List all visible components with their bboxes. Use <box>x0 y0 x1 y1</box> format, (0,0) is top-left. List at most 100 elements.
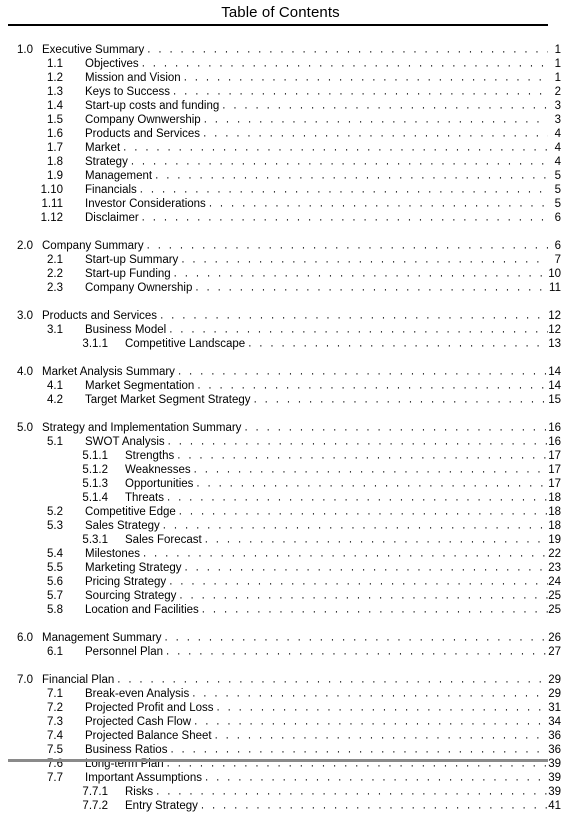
toc-entry[interactable]: 5.1.1 Strengths. . . . . . . . . . . . . … <box>0 449 561 463</box>
toc-entry[interactable]: 5.7 Sourcing Strategy. . . . . . . . . . … <box>0 589 561 603</box>
toc-entry-title[interactable]: Start-up Summary <box>85 253 181 267</box>
toc-entry-title[interactable]: Market Segmentation <box>85 379 197 393</box>
toc-entry-title[interactable]: Market Analysis Summary <box>42 365 178 379</box>
toc-entry[interactable]: 7.0 Financial Plan. . . . . . . . . . . .… <box>0 673 561 687</box>
toc-entry[interactable]: 1.7 Market. . . . . . . . . . . . . . . .… <box>0 141 561 155</box>
toc-entry[interactable]: 1.4 Start-up costs and funding. . . . . .… <box>0 99 561 113</box>
toc-entry-title[interactable]: Company Ownwership <box>85 113 204 127</box>
toc-entry-title[interactable]: Projected Cash Flow <box>85 715 194 729</box>
toc-entry[interactable]: 3.0 Products and Services. . . . . . . . … <box>0 309 561 323</box>
toc-entry[interactable]: 2.3 Company Ownership. . . . . . . . . . … <box>0 281 561 295</box>
toc-entry[interactable]: 7.4 Projected Balance Sheet. . . . . . . … <box>0 729 561 743</box>
toc-entry[interactable]: 2.1 Start-up Summary. . . . . . . . . . .… <box>0 253 561 267</box>
toc-entry-title[interactable]: Sourcing Strategy <box>85 589 179 603</box>
toc-entry-title[interactable]: Personnel Plan <box>85 645 166 659</box>
toc-entry[interactable]: 2.0 Company Summary. . . . . . . . . . . … <box>0 239 561 253</box>
toc-entry-title[interactable]: Sales Forecast <box>125 533 205 547</box>
toc-entry[interactable]: 5.1.3 Opportunities. . . . . . . . . . . … <box>0 477 561 491</box>
toc-entry-title[interactable]: Strengths <box>125 449 177 463</box>
toc-entry-title[interactable]: Objectives <box>85 57 142 71</box>
toc-entry-title[interactable]: Business Ratios <box>85 743 170 757</box>
toc-entry[interactable]: 4.1 Market Segmentation. . . . . . . . . … <box>0 379 561 393</box>
toc-entry[interactable]: 3.1.1 Competitive Landscape. . . . . . . … <box>0 337 561 351</box>
toc-entry-number: 7.7.1 <box>82 786 108 798</box>
toc-entry[interactable]: 7.7.1 Risks. . . . . . . . . . . . . . . … <box>0 785 561 799</box>
toc-entry-title[interactable]: Disclaimer <box>85 211 142 225</box>
toc-entry[interactable]: 5.1.4 Threats. . . . . . . . . . . . . . … <box>0 491 561 505</box>
toc-entry-page-number: 13 <box>548 338 561 350</box>
toc-entry[interactable]: 6.0 Management Summary. . . . . . . . . .… <box>0 631 561 645</box>
toc-entry-title[interactable]: SWOT Analysis <box>85 435 168 449</box>
toc-entry-title[interactable]: Products and Services <box>85 127 203 141</box>
toc-entry[interactable]: 7.7.2 Entry Strategy. . . . . . . . . . .… <box>0 799 561 813</box>
toc-entry[interactable]: 6.1 Personnel Plan. . . . . . . . . . . .… <box>0 645 561 659</box>
toc-entry-title[interactable]: Competitive Edge <box>85 505 179 519</box>
toc-entry-title[interactable]: Company Ownership <box>85 281 195 295</box>
toc-entry-title[interactable]: Risks <box>125 785 156 799</box>
toc-entry-title[interactable]: Start-up Funding <box>85 267 174 281</box>
toc-entry[interactable]: 2.2 Start-up Funding. . . . . . . . . . .… <box>0 267 561 281</box>
toc-entry-title[interactable]: Important Assumptions <box>85 771 205 785</box>
toc-entry[interactable]: 5.3 Sales Strategy. . . . . . . . . . . .… <box>0 519 561 533</box>
toc-entry[interactable]: 5.5 Marketing Strategy. . . . . . . . . .… <box>0 561 561 575</box>
toc-entry[interactable]: 5.3.1 Sales Forecast. . . . . . . . . . .… <box>0 533 561 547</box>
toc-entry-title[interactable]: Milestones <box>85 547 143 561</box>
toc-entry[interactable]: 5.6 Pricing Strategy. . . . . . . . . . .… <box>0 575 561 589</box>
toc-entry[interactable]: 4.0 Market Analysis Summary. . . . . . . … <box>0 365 561 379</box>
toc-entry[interactable]: 1.3 Keys to Success. . . . . . . . . . . … <box>0 85 561 99</box>
toc-entry-title[interactable]: Mission and Vision <box>85 71 184 85</box>
toc-entry-title[interactable]: Market <box>85 141 123 155</box>
toc-entry[interactable]: 5.4 Milestones. . . . . . . . . . . . . .… <box>0 547 561 561</box>
toc-entry[interactable]: 4.2 Target Market Segment Strategy. . . .… <box>0 393 561 407</box>
toc-entry-title[interactable]: Opportunities <box>125 477 196 491</box>
toc-entry-title[interactable]: Break-even Analysis <box>85 687 192 701</box>
toc-entry-title[interactable]: Investor Considerations <box>85 197 209 211</box>
toc-entry-title[interactable]: Financials <box>85 183 140 197</box>
toc-entry[interactable]: 5.2 Competitive Edge. . . . . . . . . . .… <box>0 505 561 519</box>
toc-entry[interactable]: 1.8 Strategy. . . . . . . . . . . . . . .… <box>0 155 561 169</box>
toc-entry-title[interactable]: Company Summary <box>42 239 147 253</box>
toc-entry-title[interactable]: Management <box>85 169 155 183</box>
toc-entry-title[interactable]: Financial Plan <box>42 673 117 687</box>
toc-entry[interactable]: 5.1.2 Weaknesses. . . . . . . . . . . . .… <box>0 463 561 477</box>
toc-entry-title[interactable]: Keys to Success <box>85 85 173 99</box>
toc-entry-title[interactable]: Business Model <box>85 323 169 337</box>
toc-entry-title[interactable]: Strategy <box>85 155 131 169</box>
toc-entry[interactable]: 5.0 Strategy and Implementation Summary. … <box>0 421 561 435</box>
toc-entry-title[interactable]: Projected Balance Sheet <box>85 729 215 743</box>
toc-entry[interactable]: 5.1 SWOT Analysis. . . . . . . . . . . . … <box>0 435 561 449</box>
toc-entry-title[interactable]: Marketing Strategy <box>85 561 185 575</box>
toc-entry-title-row: Investor Considerations. . . . . . . . .… <box>85 197 548 211</box>
toc-entry-title[interactable]: Executive Summary <box>42 43 147 57</box>
toc-entry[interactable]: 7.5 Business Ratios. . . . . . . . . . . … <box>0 743 561 757</box>
toc-entry-title[interactable]: Sales Strategy <box>85 519 163 533</box>
toc-entry[interactable]: 1.12 Disclaimer. . . . . . . . . . . . . … <box>0 211 561 225</box>
toc-entry-title[interactable]: Pricing Strategy <box>85 575 169 589</box>
toc-entry-title[interactable]: Strategy and Implementation Summary <box>42 421 244 435</box>
toc-entry[interactable]: 1.10 Financials. . . . . . . . . . . . . … <box>0 183 561 197</box>
toc-entry[interactable]: 7.7 Important Assumptions. . . . . . . . … <box>0 771 561 785</box>
toc-entry[interactable]: 3.1 Business Model. . . . . . . . . . . .… <box>0 323 561 337</box>
toc-entry[interactable]: 7.2 Projected Profit and Loss. . . . . . … <box>0 701 561 715</box>
toc-entry-title[interactable]: Location and Facilities <box>85 603 202 617</box>
toc-entry-title[interactable]: Management Summary <box>42 631 165 645</box>
toc-entry-title[interactable]: Products and Services <box>42 309 160 323</box>
toc-entry[interactable]: 5.8 Location and Facilities. . . . . . . … <box>0 603 561 617</box>
toc-entry[interactable]: 7.1 Break-even Analysis. . . . . . . . . … <box>0 687 561 701</box>
toc-entry-title[interactable]: Weaknesses <box>125 463 194 477</box>
toc-entry[interactable]: 1.0 Executive Summary. . . . . . . . . . … <box>0 43 561 57</box>
toc-entry-title[interactable]: Start-up costs and funding <box>85 99 222 113</box>
toc-entry[interactable]: 1.11 Investor Considerations. . . . . . .… <box>0 197 561 211</box>
toc-entry-title[interactable]: Target Market Segment Strategy <box>85 393 254 407</box>
toc-entry-title[interactable]: Competitive Landscape <box>125 337 248 351</box>
toc-entry-title[interactable]: Threats <box>125 491 167 505</box>
toc-entry[interactable]: 1.5 Company Ownwership. . . . . . . . . .… <box>0 113 561 127</box>
toc-entry[interactable]: 1.1 Objectives. . . . . . . . . . . . . .… <box>0 57 561 71</box>
toc-leader-dots: . . . . . . . . . . . . . . . . . . . . … <box>170 743 548 756</box>
toc-entry[interactable]: 1.9 Management. . . . . . . . . . . . . .… <box>0 169 561 183</box>
toc-entry[interactable]: 1.6 Products and Services. . . . . . . . … <box>0 127 561 141</box>
toc-entry[interactable]: 7.3 Projected Cash Flow. . . . . . . . . … <box>0 715 561 729</box>
toc-entry[interactable]: 1.2 Mission and Vision. . . . . . . . . .… <box>0 71 561 85</box>
toc-entry-title[interactable]: Projected Profit and Loss <box>85 701 217 715</box>
toc-entry-title[interactable]: Entry Strategy <box>125 799 201 813</box>
